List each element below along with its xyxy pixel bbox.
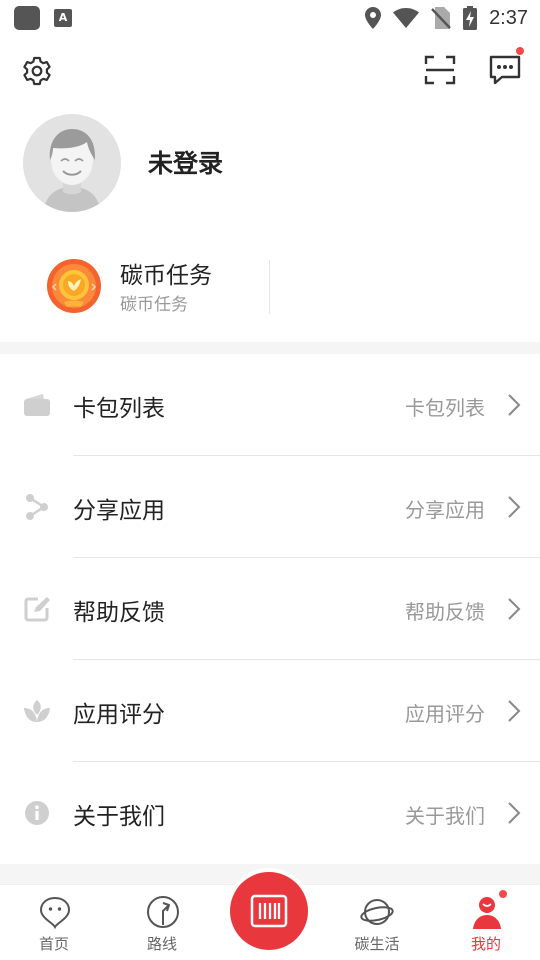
status-icons: 2:37	[365, 5, 528, 31]
menu-label: 关于我们	[73, 804, 165, 830]
tab-mine[interactable]: 我的	[436, 885, 536, 960]
tab-label: 碳生活	[354, 935, 400, 953]
section-gap	[0, 342, 540, 354]
tab-carbon-life[interactable]: 碳生活	[327, 885, 427, 960]
user-icon	[473, 897, 501, 929]
menu-value: 卡包列表	[405, 396, 485, 420]
menu-item-about-us[interactable]: 关于我们 关于我们	[0, 762, 540, 864]
menu-value: 帮助反馈	[405, 600, 485, 624]
gear-icon	[23, 56, 51, 86]
menu-label: 应用评分	[73, 702, 165, 728]
menu-value: 分享应用	[405, 498, 485, 522]
carbon-coin-task[interactable]: 碳币任务 碳币任务	[46, 254, 276, 316]
menu-label: 卡包列表	[73, 396, 165, 422]
location-icon	[365, 7, 382, 29]
chevron-right-icon	[508, 496, 521, 518]
menu-item-share-app[interactable]: 分享应用 分享应用	[0, 456, 540, 558]
message-icon	[489, 55, 521, 85]
unread-dot	[499, 890, 507, 898]
avatar[interactable]	[23, 114, 121, 212]
task-divider	[269, 260, 270, 314]
menu-label: 帮助反馈	[73, 600, 165, 626]
tab-label: 路线	[146, 935, 177, 953]
status-bar: A 2:37	[0, 0, 540, 36]
chevron-right-icon	[508, 700, 521, 722]
coin-icon	[47, 259, 101, 313]
barcode-icon	[250, 894, 288, 928]
battery-charging-icon	[463, 6, 478, 30]
menu-item-rate-app[interactable]: 应用评分 应用评分	[0, 660, 540, 762]
task-subtitle: 碳币任务	[120, 295, 188, 315]
menu-item-help-feedback[interactable]: 帮助反馈 帮助反馈	[0, 558, 540, 660]
scan-icon	[424, 55, 456, 85]
leaf-icon	[22, 696, 52, 726]
center-scan-button[interactable]	[226, 868, 312, 954]
tab-label: 我的	[470, 935, 501, 953]
menu-value: 应用评分	[405, 702, 485, 726]
info-icon	[22, 798, 52, 828]
settings-button[interactable]	[18, 52, 56, 90]
default-avatar-icon	[23, 114, 121, 212]
no-sim-icon	[431, 7, 451, 29]
wifi-icon	[393, 8, 420, 28]
chevron-right-icon	[508, 598, 521, 620]
route-icon	[147, 896, 179, 928]
app-notification-icon	[14, 6, 40, 30]
a-notification-icon: A	[54, 9, 72, 27]
center-button-inner	[230, 872, 308, 950]
username-label[interactable]: 未登录	[148, 144, 223, 180]
menu-value: 关于我们	[405, 804, 485, 828]
menu-item-card-wallet[interactable]: 卡包列表 卡包列表	[0, 354, 540, 456]
tab-route[interactable]: 路线	[112, 885, 212, 960]
edit-icon	[22, 594, 52, 624]
scan-button[interactable]	[420, 50, 460, 90]
tab-label: 首页	[38, 935, 69, 953]
wallet-icon	[22, 390, 52, 420]
share-icon	[22, 492, 52, 522]
menu-label: 分享应用	[73, 498, 165, 524]
chevron-right-icon	[508, 802, 521, 824]
home-pin-icon	[39, 896, 71, 929]
task-title: 碳币任务	[120, 263, 212, 289]
messages-button[interactable]	[484, 47, 526, 90]
unread-dot	[516, 47, 524, 55]
tab-home[interactable]: 首页	[4, 885, 104, 960]
clock: 2:37	[489, 6, 528, 29]
chevron-right-icon	[508, 394, 521, 416]
planet-icon	[360, 899, 394, 925]
